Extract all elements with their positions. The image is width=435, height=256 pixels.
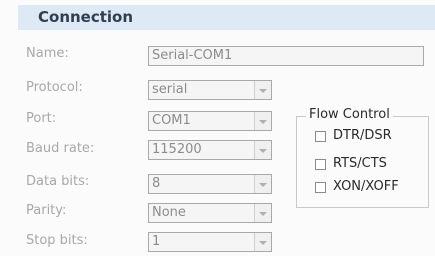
protocol-label: Protocol:	[26, 80, 83, 95]
port-label: Port:	[26, 111, 57, 126]
xon-xoff-label: XON/XOFF	[333, 179, 399, 194]
port-select[interactable]: COM1	[148, 111, 272, 131]
chevron-down-icon[interactable]	[254, 81, 271, 99]
checkbox-icon[interactable]	[315, 182, 326, 193]
data-bits-label: Data bits:	[26, 174, 90, 189]
data-bits-value: 8	[152, 176, 161, 191]
baud-rate-value: 115200	[152, 142, 202, 157]
chevron-down-icon[interactable]	[254, 141, 271, 159]
protocol-select[interactable]: serial	[148, 80, 272, 100]
chevron-down-icon[interactable]	[254, 204, 271, 222]
parity-label: Parity:	[26, 203, 67, 218]
data-bits-select[interactable]: 8	[148, 174, 272, 194]
chevron-down-icon[interactable]	[254, 112, 271, 130]
parity-value: None	[152, 205, 186, 220]
baud-rate-label: Baud rate:	[26, 141, 95, 156]
section-title: Connection	[38, 8, 134, 26]
rts-cts-label: RTS/CTS	[333, 156, 387, 171]
protocol-value: serial	[152, 82, 188, 97]
stop-bits-select[interactable]: 1	[148, 232, 272, 252]
section-header: Connection	[18, 5, 435, 30]
checkbox-icon[interactable]	[315, 159, 326, 170]
connection-panel: Connection Name: Serial-COM1 Protocol: s…	[0, 0, 435, 256]
stop-bits-value: 1	[152, 234, 161, 249]
stop-bits-label: Stop bits:	[26, 233, 88, 248]
chevron-down-icon[interactable]	[254, 175, 271, 193]
port-value: COM1	[152, 113, 191, 128]
name-label: Name:	[26, 46, 69, 61]
name-field[interactable]: Serial-COM1	[148, 46, 424, 66]
checkbox-icon[interactable]	[315, 131, 326, 142]
baud-rate-select[interactable]: 115200	[148, 140, 272, 160]
flow-control-title: Flow Control	[306, 107, 393, 122]
parity-select[interactable]: None	[148, 203, 272, 223]
dtr-dsr-label: DTR/DSR	[333, 128, 392, 143]
chevron-down-icon[interactable]	[254, 233, 271, 251]
